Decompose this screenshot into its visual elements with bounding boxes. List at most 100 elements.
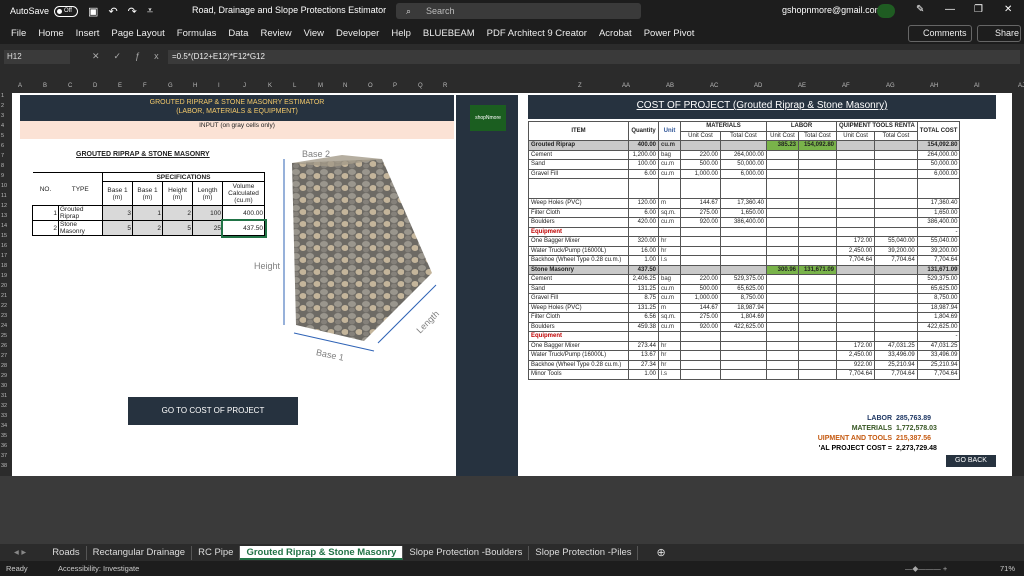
cell-et[interactable] xyxy=(874,159,918,170)
column-header[interactable]: J xyxy=(243,83,246,89)
cell-u[interactable]: hr xyxy=(658,350,681,361)
cell-item[interactable]: Water Truck/Pump (16000L) xyxy=(528,350,629,361)
sheet-tab[interactable]: Roads xyxy=(46,545,87,560)
go-to-cost-button[interactable]: GO TO COST OF PROJECT xyxy=(128,397,298,425)
cell-mu[interactable] xyxy=(680,359,721,370)
cell-u[interactable]: m xyxy=(658,302,681,313)
cell-t[interactable]: 529,375.00 xyxy=(916,274,961,285)
comments-button[interactable]: Comments xyxy=(908,25,972,42)
menu-item[interactable]: Home xyxy=(38,28,63,39)
cell-mu[interactable] xyxy=(680,236,721,247)
column-header[interactable]: N xyxy=(343,83,347,89)
cell-q[interactable]: 8.75 xyxy=(628,293,659,304)
cell-u[interactable]: hr xyxy=(658,245,681,256)
cell-u[interactable]: hr xyxy=(658,359,681,370)
cell-eu[interactable] xyxy=(835,149,876,160)
cell-t[interactable]: 8,750.00 xyxy=(916,293,961,304)
account-email[interactable]: gshopnmore@gmail.com xyxy=(782,5,882,15)
cell-mt[interactable] xyxy=(720,331,767,342)
cell-et[interactable] xyxy=(874,207,918,218)
cell-mt[interactable] xyxy=(720,359,767,370)
cell-eu[interactable] xyxy=(835,264,876,275)
cell-lu[interactable] xyxy=(766,340,799,351)
cell-base2[interactable]: 2 xyxy=(132,220,163,236)
cell-mt[interactable]: 6,000.00 xyxy=(720,168,767,179)
menu-item[interactable]: File xyxy=(11,28,26,39)
cell-u[interactable]: sq.m. xyxy=(658,207,681,218)
cell-u[interactable]: cu.m xyxy=(658,283,681,294)
column-header[interactable]: G xyxy=(168,83,173,89)
cell-mt[interactable] xyxy=(720,340,767,351)
cell-u[interactable] xyxy=(658,178,681,199)
cell-item[interactable]: Filter Cloth xyxy=(528,312,629,323)
cell-length[interactable]: 25 xyxy=(192,220,223,236)
cell-mt[interactable]: 1,804.69 xyxy=(720,312,767,323)
cell-lu[interactable] xyxy=(766,217,799,228)
cell-eu[interactable] xyxy=(835,198,876,209)
cell-mu[interactable]: 500.00 xyxy=(680,159,721,170)
cell-mu[interactable] xyxy=(680,340,721,351)
cell-lu[interactable] xyxy=(766,369,799,380)
cell-mt[interactable] xyxy=(720,255,767,266)
row-header[interactable]: 30 xyxy=(1,383,7,389)
tab-scroll-arrows-icon[interactable]: ◂ ▸ xyxy=(0,547,46,558)
cell-t[interactable] xyxy=(916,178,961,199)
zoom-slider[interactable]: —◆——— + xyxy=(905,561,947,576)
cell-u[interactable]: cu.m xyxy=(658,140,681,151)
column-header[interactable]: M xyxy=(318,83,323,89)
cell-item[interactable]: Weep Holes (PVC) xyxy=(528,198,629,209)
cell-item[interactable]: Backhoe (Wheel Type 0.28 cu.m.) xyxy=(528,255,629,266)
row-header[interactable]: 10 xyxy=(1,183,7,189)
cell-item[interactable]: Water Truck/Pump (16000L) xyxy=(528,245,629,256)
cell-mu[interactable] xyxy=(680,245,721,256)
cell-mt[interactable]: 1,650.00 xyxy=(720,207,767,218)
cell-item[interactable]: Grouted Riprap xyxy=(528,140,629,151)
column-header[interactable]: L xyxy=(293,83,296,89)
column-header[interactable]: H xyxy=(193,83,197,89)
pen-icon[interactable]: ✎ xyxy=(916,4,924,15)
menu-item[interactable]: Acrobat xyxy=(599,28,632,39)
column-header[interactable]: K xyxy=(268,83,272,89)
cell-item[interactable]: Boulders xyxy=(528,217,629,228)
menu-item[interactable]: View xyxy=(304,28,324,39)
cell-t[interactable]: 264,000.00 xyxy=(916,149,961,160)
cell-eu[interactable] xyxy=(835,226,876,237)
row-header[interactable]: 24 xyxy=(1,323,7,329)
cell-eu[interactable] xyxy=(835,331,876,342)
column-header[interactable]: Q xyxy=(418,83,423,89)
sheet-tab[interactable]: Slope Protection -Piles xyxy=(529,545,639,560)
cell-t[interactable]: 33,496.09 xyxy=(916,350,961,361)
column-header[interactable]: AA xyxy=(622,83,630,89)
row-header[interactable]: 34 xyxy=(1,423,7,429)
cell-q[interactable]: 6.56 xyxy=(628,312,659,323)
column-header[interactable]: C xyxy=(68,83,72,89)
cell-item[interactable]: Filter Cloth xyxy=(528,207,629,218)
cell-mt[interactable]: 18,987.94 xyxy=(720,302,767,313)
cell-item[interactable]: Sand xyxy=(528,159,629,170)
cell-eu[interactable] xyxy=(835,140,876,151)
cell-base1[interactable]: 3 xyxy=(102,205,133,221)
row-header[interactable]: 11 xyxy=(1,193,7,199)
row-header[interactable]: 7 xyxy=(1,153,4,159)
menu-item[interactable]: Power Pivot xyxy=(644,28,695,39)
cell-et[interactable] xyxy=(874,198,918,209)
cell-q[interactable]: 6.00 xyxy=(628,168,659,179)
cell-et[interactable] xyxy=(874,283,918,294)
cell-q[interactable]: 6.00 xyxy=(628,207,659,218)
cell-q[interactable]: 459.38 xyxy=(628,321,659,332)
cell-eu[interactable] xyxy=(835,312,876,323)
cell-et[interactable]: 47,031.25 xyxy=(874,340,918,351)
menu-item[interactable]: Developer xyxy=(336,28,379,39)
cell-u[interactable]: cu.m xyxy=(658,159,681,170)
row-header[interactable]: 37 xyxy=(1,453,7,459)
cell-t[interactable]: 422,625.00 xyxy=(916,321,961,332)
row-header[interactable]: 4 xyxy=(1,123,4,129)
row-header[interactable]: 18 xyxy=(1,263,7,269)
cell-lu[interactable]: 300.96 xyxy=(766,264,799,275)
cell-et[interactable] xyxy=(874,226,918,237)
search-box[interactable]: ⌕ Search xyxy=(396,3,641,19)
cell-eu[interactable] xyxy=(835,274,876,285)
cell-lt[interactable] xyxy=(798,312,837,323)
cell-mu[interactable] xyxy=(680,369,721,380)
cell-eu[interactable]: 922.00 xyxy=(835,359,876,370)
